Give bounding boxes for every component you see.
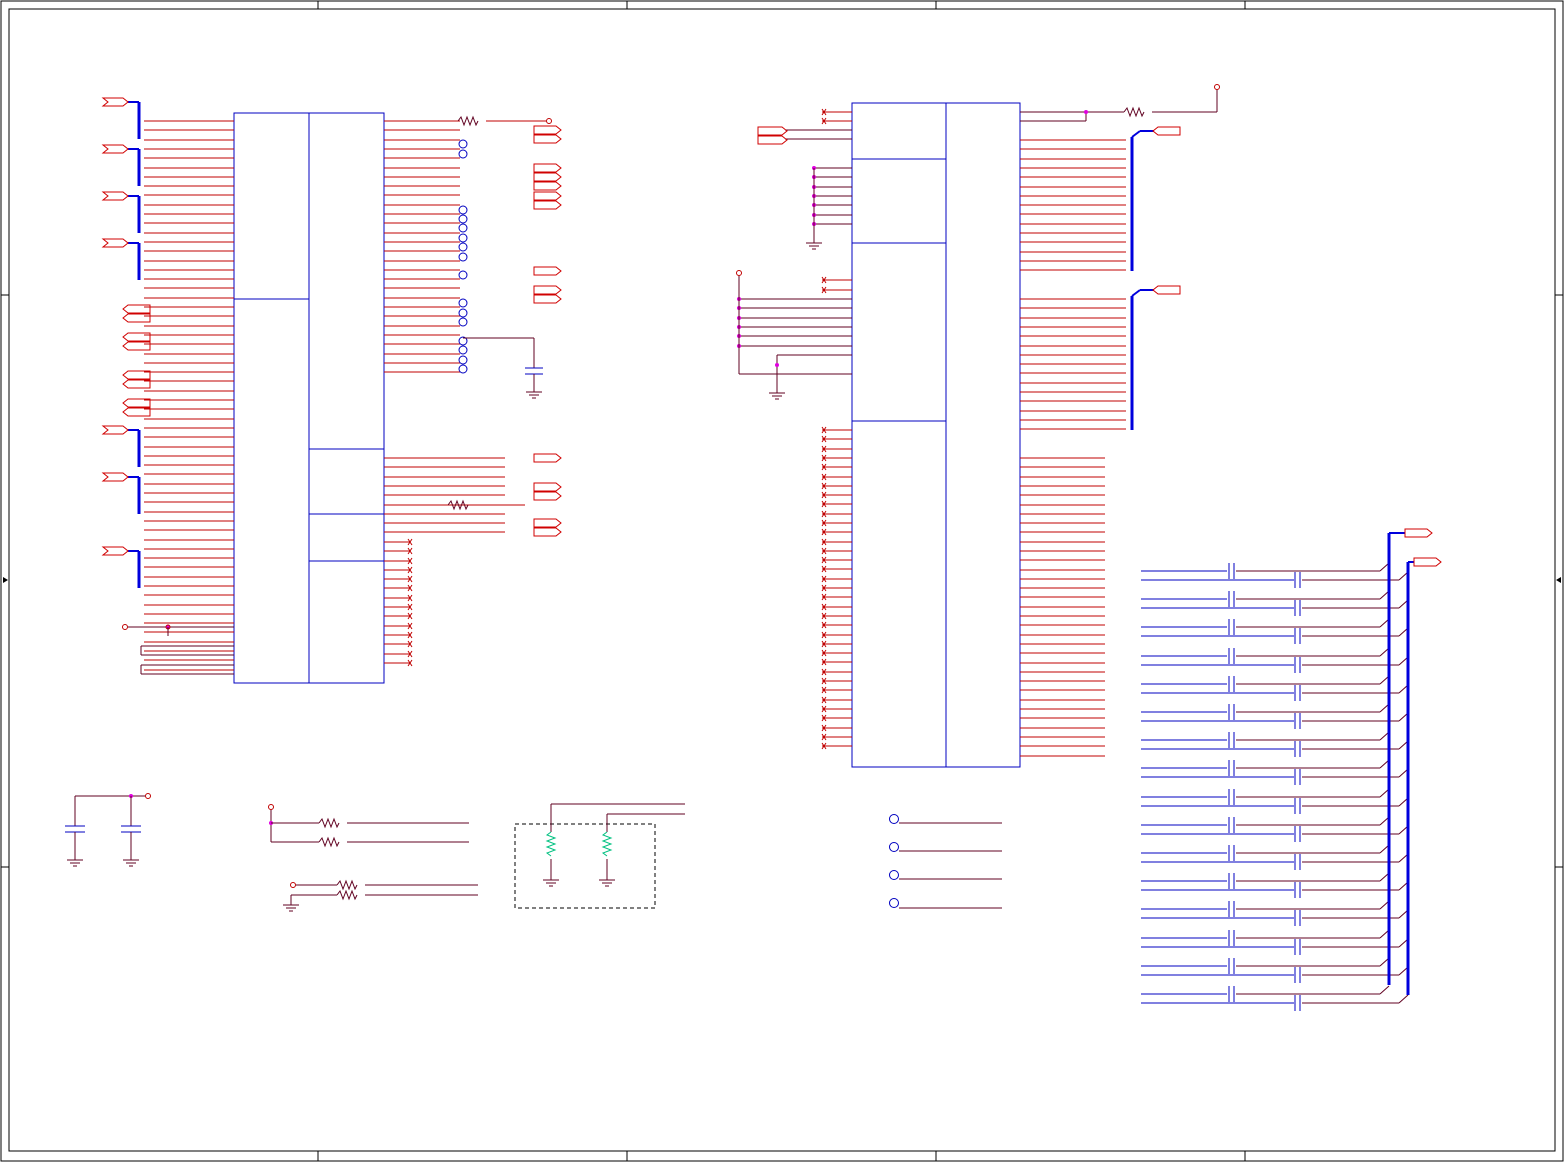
clock-port xyxy=(757,126,788,145)
pullup-resistors xyxy=(268,804,478,912)
signal-port xyxy=(122,304,151,314)
optional-resistor-block xyxy=(514,803,685,909)
test-point xyxy=(458,139,468,149)
output-port xyxy=(533,134,562,144)
decoupling-caps xyxy=(65,793,151,867)
bus-port xyxy=(101,191,129,201)
test-point xyxy=(458,223,468,233)
test-point xyxy=(458,308,468,318)
output-port xyxy=(533,191,562,201)
output-port xyxy=(533,294,562,304)
bus-port xyxy=(101,425,129,435)
ic-right-body xyxy=(851,102,1021,768)
bus-line xyxy=(1131,289,1141,297)
test-point xyxy=(458,252,468,262)
bus-entry xyxy=(1398,994,1409,1004)
bus-port xyxy=(101,144,129,154)
test-point xyxy=(458,233,468,243)
test-point xyxy=(458,205,468,215)
output-port xyxy=(533,527,562,537)
left-input-buses xyxy=(128,101,141,588)
test-point xyxy=(458,214,468,224)
bus-port xyxy=(1404,528,1433,538)
signal-port xyxy=(122,341,151,351)
power-pin xyxy=(122,624,128,630)
left-output-ports xyxy=(533,125,562,537)
ic-left-right-pins xyxy=(384,120,505,667)
sheet-border xyxy=(0,0,1564,1162)
capacitor-bank xyxy=(1141,528,1442,1011)
bus-entry xyxy=(1379,985,1390,995)
output-port xyxy=(533,285,562,295)
schematic-sheet xyxy=(0,0,1564,1162)
test-point xyxy=(458,364,468,374)
left-input-ports xyxy=(101,97,151,556)
test-point xyxy=(458,149,468,159)
bus-port xyxy=(1152,126,1181,136)
test-point xyxy=(458,355,468,365)
output-port xyxy=(533,181,562,191)
bus-port xyxy=(101,97,129,107)
output-port xyxy=(533,172,562,182)
output-port xyxy=(533,482,562,492)
test-point xyxy=(458,298,468,308)
ic-right-left-pins xyxy=(737,108,852,750)
bus-line xyxy=(1131,130,1141,138)
test-point xyxy=(458,270,468,280)
bus-port xyxy=(1413,557,1442,567)
output-port xyxy=(533,491,562,501)
output-port xyxy=(533,200,562,210)
output-port xyxy=(533,163,562,173)
test-point xyxy=(458,345,468,355)
bottom-test-points xyxy=(889,814,1002,909)
bus-port xyxy=(1152,285,1181,295)
bus-port xyxy=(101,472,129,482)
test-point xyxy=(458,242,468,252)
bus-port xyxy=(101,238,129,248)
test-point xyxy=(458,317,468,327)
left-ic-right-details xyxy=(384,115,552,511)
output-port xyxy=(533,518,562,528)
output-port xyxy=(533,266,562,276)
bus-port xyxy=(101,546,129,556)
schematic-canvas xyxy=(0,0,1564,1162)
signal-port xyxy=(122,313,151,323)
ic-right-right-pins xyxy=(1020,139,1126,757)
output-port xyxy=(533,125,562,135)
signal-port xyxy=(122,332,151,342)
ic-left-body xyxy=(233,112,385,684)
output-port xyxy=(533,453,562,463)
right-output-buses xyxy=(1130,126,1181,430)
